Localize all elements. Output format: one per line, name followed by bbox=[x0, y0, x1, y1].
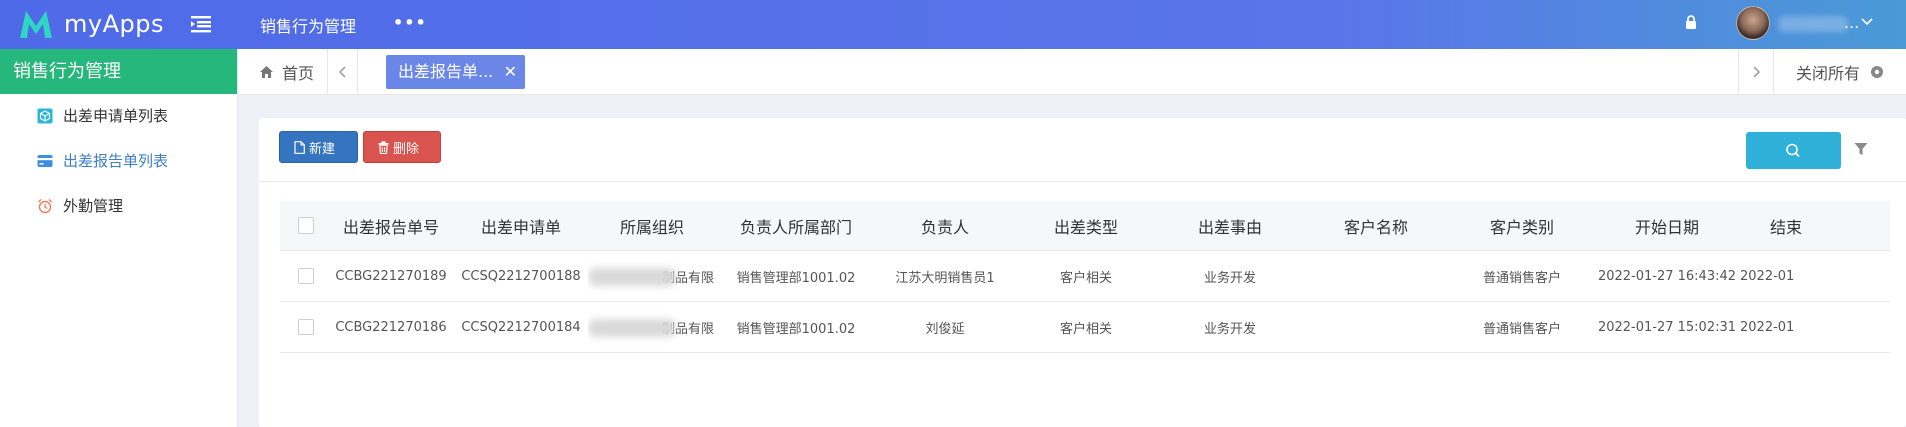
tab-bar: 首页 出差报告单... ✕ 关闭所有 bbox=[238, 49, 1906, 95]
table-row[interactable]: CCBG221270186 CCSQ2212700184 制品有限 销售管理部1… bbox=[280, 302, 1890, 353]
tab-label: 出差报告单... bbox=[398, 62, 494, 81]
tab-scroll-left-button[interactable] bbox=[328, 49, 358, 95]
table-cell[interactable]: 2022-01-27 15:02:31 bbox=[1594, 302, 1740, 352]
column-header[interactable]: 结束 bbox=[1740, 201, 1890, 250]
table-cell[interactable]: CCBG221270189 bbox=[328, 251, 454, 301]
table-cell[interactable] bbox=[1302, 251, 1450, 301]
row-checkbox[interactable] bbox=[298, 319, 314, 335]
table-cell-org[interactable]: 制品有限 bbox=[588, 302, 716, 352]
search-button[interactable] bbox=[1746, 132, 1841, 169]
table-cell[interactable] bbox=[1302, 302, 1450, 352]
target-icon bbox=[1871, 66, 1884, 78]
more-menu-button[interactable]: ••• bbox=[393, 13, 427, 32]
sidebar-item-field-work[interactable]: 外勤管理 bbox=[0, 184, 237, 229]
cube-icon bbox=[37, 108, 53, 124]
sidebar: 销售行为管理 出差申请单列表 出差报告单列表 外勤管理 bbox=[0, 49, 238, 427]
module-title[interactable]: 销售行为管理 bbox=[260, 13, 356, 37]
lock-icon[interactable] bbox=[1684, 14, 1698, 30]
table-cell[interactable]: 业务开发 bbox=[1158, 251, 1302, 301]
menu-collapse-icon[interactable] bbox=[189, 14, 213, 34]
content-card: 新建 删除 出差报告单号 出差申请单 所属组织 负责人所属部门 负责人 出差类型… bbox=[259, 118, 1906, 427]
row-checkbox[interactable] bbox=[298, 268, 314, 284]
column-header[interactable]: 负责人 bbox=[876, 201, 1014, 250]
app-logo[interactable]: myApps bbox=[18, 8, 164, 40]
trip-report-table: 出差报告单号 出差申请单 所属组织 负责人所属部门 负责人 出差类型 出差事由 … bbox=[280, 201, 1890, 353]
sidebar-item-trip-application-list[interactable]: 出差申请单列表 bbox=[0, 94, 237, 139]
sidebar-item-label: 出差报告单列表 bbox=[63, 152, 169, 170]
table-header: 出差报告单号 出差申请单 所属组织 负责人所属部门 负责人 出差类型 出差事由 … bbox=[280, 201, 1890, 251]
tab-home-label: 首页 bbox=[282, 64, 315, 83]
user-name[interactable]: ... bbox=[1778, 13, 1870, 35]
filter-icon[interactable] bbox=[1854, 142, 1868, 156]
app-name: myApps bbox=[64, 10, 164, 38]
tab-trip-report[interactable]: 出差报告单... ✕ bbox=[386, 55, 525, 89]
chevron-left-icon bbox=[338, 66, 346, 78]
sidebar-item-label: 出差申请单列表 bbox=[63, 107, 169, 125]
top-bar: myApps 销售行为管理 ••• ... bbox=[0, 0, 1906, 49]
search-icon bbox=[1786, 143, 1800, 158]
table-cell[interactable]: CCSQ2212700184 bbox=[454, 302, 588, 352]
column-header[interactable]: 客户类别 bbox=[1450, 201, 1594, 250]
table-cell[interactable]: 销售管理部1001.02 bbox=[716, 251, 876, 301]
sidebar-item-trip-report-list[interactable]: 出差报告单列表 bbox=[0, 139, 237, 184]
table-cell[interactable]: 客户相关 bbox=[1014, 251, 1158, 301]
new-button-label: 新建 bbox=[309, 141, 336, 157]
select-all-cell bbox=[298, 201, 314, 250]
close-all-tabs-button[interactable]: 关闭所有 bbox=[1774, 49, 1906, 95]
table-cell[interactable]: 2022-01 bbox=[1740, 302, 1890, 352]
column-header[interactable]: 开始日期 bbox=[1594, 201, 1740, 250]
table-cell[interactable]: 业务开发 bbox=[1158, 302, 1302, 352]
table-cell[interactable]: 刘俊延 bbox=[876, 302, 1014, 352]
sidebar-title[interactable]: 销售行为管理 bbox=[0, 49, 237, 94]
column-header[interactable]: 出差事由 bbox=[1158, 201, 1302, 250]
table-cell[interactable]: 2022-01-27 16:43:42 bbox=[1594, 251, 1740, 301]
table-cell-org[interactable]: 制品有限 bbox=[588, 251, 716, 301]
trash-icon bbox=[378, 140, 389, 154]
redacted-text bbox=[588, 268, 676, 286]
column-header[interactable]: 出差申请单 bbox=[454, 201, 588, 250]
delete-button[interactable]: 删除 bbox=[363, 131, 441, 163]
file-icon bbox=[294, 140, 305, 154]
table-cell[interactable]: 普通销售客户 bbox=[1450, 302, 1594, 352]
column-header[interactable]: 负责人所属部门 bbox=[716, 201, 876, 250]
tab-home[interactable]: 首页 bbox=[238, 49, 328, 95]
chevron-right-icon bbox=[1753, 66, 1761, 78]
table-cell[interactable]: 2022-01 bbox=[1740, 251, 1890, 301]
row-select-cell bbox=[298, 302, 314, 352]
m-logo-icon bbox=[20, 11, 52, 38]
tab-scroll-right-button[interactable] bbox=[1738, 49, 1774, 95]
new-button[interactable]: 新建 bbox=[279, 131, 358, 163]
table-cell[interactable]: 销售管理部1001.02 bbox=[716, 302, 876, 352]
sidebar-item-label: 外勤管理 bbox=[63, 197, 124, 215]
table-cell[interactable]: 客户相关 bbox=[1014, 302, 1158, 352]
column-header[interactable]: 出差类型 bbox=[1014, 201, 1158, 250]
column-header[interactable]: 出差报告单号 bbox=[328, 201, 454, 250]
column-header[interactable]: 客户名称 bbox=[1302, 201, 1450, 250]
user-avatar[interactable] bbox=[1736, 6, 1770, 40]
alarm-clock-icon bbox=[38, 199, 52, 214]
row-select-cell bbox=[298, 251, 314, 301]
card-icon bbox=[37, 155, 53, 167]
table-cell[interactable]: CCSQ2212700188 bbox=[454, 251, 588, 301]
close-icon[interactable]: ✕ bbox=[504, 55, 517, 89]
table-cell[interactable]: 普通销售客户 bbox=[1450, 251, 1594, 301]
select-all-checkbox[interactable] bbox=[298, 217, 314, 234]
home-icon bbox=[260, 66, 273, 78]
table-cell[interactable]: CCBG221270186 bbox=[328, 302, 454, 352]
chevron-down-icon[interactable] bbox=[1860, 15, 1874, 29]
close-all-label: 关闭所有 bbox=[1796, 64, 1861, 83]
table-row[interactable]: CCBG221270189 CCSQ2212700188 制品有限 销售管理部1… bbox=[280, 251, 1890, 302]
redacted-text bbox=[588, 319, 676, 337]
list-toolbar: 新建 删除 bbox=[259, 118, 1906, 182]
redacted-username bbox=[1778, 16, 1848, 32]
table-cell[interactable]: 江苏大明销售员1 bbox=[876, 251, 1014, 301]
user-name-suffix: ... bbox=[1844, 13, 1860, 32]
delete-button-label: 删除 bbox=[393, 141, 420, 157]
column-header[interactable]: 所属组织 bbox=[588, 201, 716, 250]
